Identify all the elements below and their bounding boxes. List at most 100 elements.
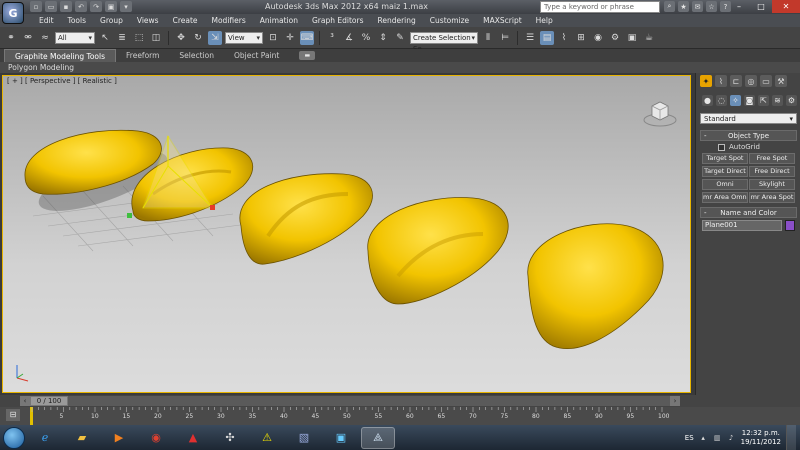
- volume-icon[interactable]: ♪: [727, 433, 736, 442]
- schematic-view-icon[interactable]: ⊞: [574, 31, 588, 45]
- graphite-toggle-icon[interactable]: ▤: [540, 30, 554, 45]
- menu-rendering[interactable]: Rendering: [370, 14, 422, 27]
- file-explorer-icon[interactable]: ▰: [65, 427, 99, 449]
- bind-space-warp-icon[interactable]: ≈: [38, 31, 52, 45]
- utilities-tab-icon[interactable]: ⚒: [775, 75, 787, 87]
- start-button[interactable]: [3, 426, 25, 449]
- ribbon-panel-polygon-modeling[interactable]: Polygon Modeling: [0, 62, 800, 73]
- helpers-icon[interactable]: ⇱: [758, 95, 769, 106]
- menu-edit[interactable]: Edit: [32, 14, 61, 27]
- object-name-input[interactable]: Plane001: [702, 220, 782, 231]
- select-by-name-icon[interactable]: ≣: [115, 31, 129, 45]
- mirror-icon[interactable]: ⫴: [481, 31, 495, 45]
- autogrid-check-icon[interactable]: [718, 143, 725, 151]
- minimize-button[interactable]: –: [728, 0, 750, 13]
- render-production-icon[interactable]: ☕: [642, 31, 656, 45]
- motion-tab-icon[interactable]: ◎: [745, 75, 757, 87]
- documents-app-icon[interactable]: ▧: [287, 427, 321, 449]
- render-setup-icon[interactable]: ⚙: [608, 31, 622, 45]
- menu-group[interactable]: Group: [93, 14, 130, 27]
- tab-freeform[interactable]: Freeform: [116, 49, 169, 62]
- mr-area-omni-button[interactable]: mr Area Omni: [702, 192, 748, 203]
- network-icon[interactable]: ▥: [713, 433, 722, 442]
- percent-snap-icon[interactable]: %: [359, 31, 373, 45]
- align-icon[interactable]: ⊨: [498, 31, 512, 45]
- menu-graph-editors[interactable]: Graph Editors: [305, 14, 371, 27]
- close-button[interactable]: ✕: [772, 0, 800, 13]
- menu-help[interactable]: Help: [529, 14, 560, 27]
- geometry-icon[interactable]: ●: [702, 95, 713, 106]
- material-editor-icon[interactable]: ◉: [591, 31, 605, 45]
- show-desktop-button[interactable]: [786, 425, 796, 450]
- modify-tab-icon[interactable]: ⌇: [715, 75, 727, 87]
- time-slider-prev-icon[interactable]: ‹: [20, 396, 30, 406]
- menu-tools[interactable]: Tools: [61, 14, 93, 27]
- object-type-rollout[interactable]: - Object Type: [700, 130, 797, 141]
- menu-modifiers[interactable]: Modifiers: [205, 14, 253, 27]
- maximize-button[interactable]: □: [750, 0, 772, 13]
- internet-explorer-icon[interactable]: ℯ: [28, 427, 62, 449]
- angle-snap-icon[interactable]: ∡: [342, 31, 356, 45]
- time-slider-track[interactable]: [30, 396, 670, 406]
- reference-coordinate-select[interactable]: View: [225, 31, 263, 44]
- language-indicator[interactable]: ES: [685, 434, 694, 442]
- chrome-icon[interactable]: ◉: [139, 427, 173, 449]
- app-menu-button[interactable]: G: [2, 2, 24, 24]
- undo-icon[interactable]: ↶: [75, 1, 87, 12]
- menu-create[interactable]: Create: [166, 14, 205, 27]
- target-direct-button[interactable]: Target Direct: [702, 166, 748, 177]
- tray-expand-icon[interactable]: ▴: [699, 433, 708, 442]
- hierarchy-tab-icon[interactable]: ⊏: [730, 75, 742, 87]
- systems-icon[interactable]: ⚙: [786, 95, 797, 106]
- cameras-icon[interactable]: ◙: [744, 95, 755, 106]
- tab-graphite-modeling-tools[interactable]: Graphite Modeling Tools: [4, 48, 117, 63]
- menu-maxscript[interactable]: MAXScript: [476, 14, 529, 27]
- skylight-button[interactable]: Skylight: [749, 179, 795, 190]
- favorites-icon[interactable]: ☆: [706, 1, 717, 12]
- pdf-reader-icon[interactable]: ▲: [176, 427, 210, 449]
- free-spot-button[interactable]: Free Spot: [749, 153, 795, 164]
- selection-filter-select[interactable]: All: [55, 31, 95, 44]
- unlink-icon[interactable]: ⚮: [21, 31, 35, 45]
- clock[interactable]: 12:32 p.m. 19/11/2012: [741, 429, 781, 447]
- create-tab-icon[interactable]: ✦: [700, 75, 712, 87]
- perspective-viewport[interactable]: [ + ] [ Perspective ] [ Realistic ]: [2, 75, 691, 393]
- autogrid-checkbox[interactable]: AutoGrid: [718, 143, 760, 151]
- spinner-snap-icon[interactable]: ⇕: [376, 31, 390, 45]
- mr-area-spot-button[interactable]: mr Area Spot: [749, 192, 795, 203]
- named-selection-set-select[interactable]: Create Selection Se: [410, 31, 478, 53]
- curve-editor-icon[interactable]: ⌇: [557, 31, 571, 45]
- rendered-frame-icon[interactable]: ▣: [625, 31, 639, 45]
- new-file-icon[interactable]: ▫: [30, 1, 42, 12]
- time-slider-next-icon[interactable]: ›: [670, 396, 680, 406]
- edit-named-selection-icon[interactable]: ✎: [393, 31, 407, 45]
- target-spot-button[interactable]: Target Spot: [702, 153, 748, 164]
- omni-button[interactable]: Omni: [702, 179, 748, 190]
- shapes-icon[interactable]: ◌: [716, 95, 727, 106]
- select-move-icon[interactable]: ✥: [174, 31, 188, 45]
- tab-selection[interactable]: Selection: [169, 49, 224, 62]
- open-file-icon[interactable]: ▭: [45, 1, 57, 12]
- save-icon[interactable]: ▪: [60, 1, 72, 12]
- warning-app-icon[interactable]: ⚠: [250, 427, 284, 449]
- menu-animation[interactable]: Animation: [253, 14, 305, 27]
- keyboard-shortcut-icon[interactable]: ⌨: [300, 30, 314, 45]
- layer-manager-icon[interactable]: ☰: [523, 31, 537, 45]
- window-crossing-icon[interactable]: ◫: [149, 31, 163, 45]
- 3ds-max-taskbar-icon[interactable]: ⟁: [361, 426, 395, 449]
- object-color-swatch[interactable]: [785, 220, 795, 231]
- redo-icon[interactable]: ↷: [90, 1, 102, 12]
- light-category-select[interactable]: Standard: [700, 113, 797, 124]
- link-icon[interactable]: ⚭: [4, 31, 18, 45]
- ribbon-toggle-icon[interactable]: ▬: [299, 51, 316, 60]
- search-input[interactable]: Type a keyword or phrase: [540, 1, 660, 13]
- select-scale-icon[interactable]: ⇲: [208, 30, 222, 45]
- free-direct-button[interactable]: Free Direct: [749, 166, 795, 177]
- track-bar[interactable]: ⊟ 5 10 15 20 25 30 35 40 45 50 55 60 65 70 75 80 85 90 95 1…: [0, 407, 800, 425]
- media-player-icon[interactable]: ▶: [102, 427, 136, 449]
- lights-icon[interactable]: ✧: [730, 95, 741, 106]
- time-slider-thumb[interactable]: 0 / 100: [30, 396, 68, 406]
- select-object-icon[interactable]: ↖: [98, 31, 112, 45]
- mini-curve-editor-icon[interactable]: ⊟: [6, 409, 20, 421]
- control-panel-icon[interactable]: ▣: [324, 427, 358, 449]
